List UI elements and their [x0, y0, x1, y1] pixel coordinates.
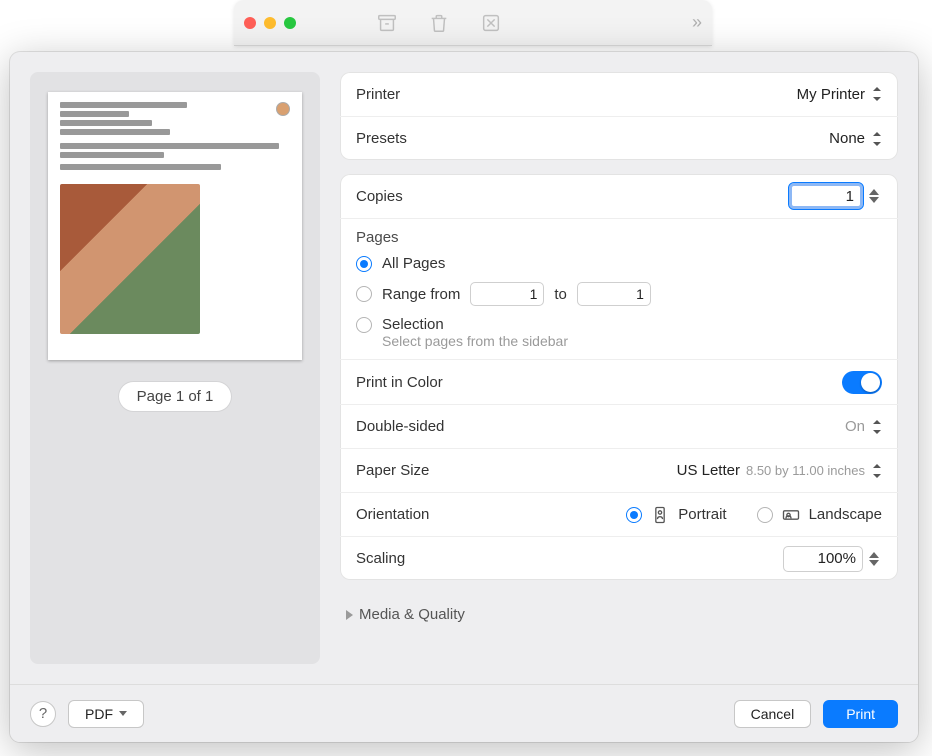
pages-range-label: Range from	[382, 286, 460, 303]
close-window-dot[interactable]	[244, 17, 256, 29]
print-settings: Printer My Printer Presets None	[340, 72, 898, 664]
double-sided-label: Double-sided	[356, 418, 444, 435]
toolbar-overflow-icon: »	[692, 12, 702, 33]
pages-selection-option[interactable]: Selection	[340, 311, 898, 333]
media-quality-disclosure[interactable]: Media & Quality	[340, 594, 898, 623]
presets-label: Presets	[356, 130, 407, 147]
cancel-button[interactable]: Cancel	[734, 700, 812, 728]
radio-icon	[356, 317, 372, 333]
scaling-input[interactable]	[783, 546, 863, 572]
junk-icon	[480, 12, 502, 34]
copies-input[interactable]	[789, 183, 863, 209]
pages-all-option[interactable]: All Pages	[340, 250, 898, 277]
presets-value: None	[829, 130, 865, 147]
double-sided-value: On	[845, 418, 865, 435]
disclosure-triangle-icon	[346, 610, 353, 620]
paper-size-label: Paper Size	[356, 462, 429, 479]
zoom-window-dot[interactable]	[284, 17, 296, 29]
print-color-toggle[interactable]	[842, 371, 882, 394]
media-quality-label: Media & Quality	[359, 606, 465, 623]
orientation-portrait-label: Portrait	[678, 506, 726, 523]
copies-label: Copies	[356, 188, 403, 205]
orientation-landscape-option[interactable]: Landscape	[757, 505, 882, 525]
dialog-footer: ? PDF Cancel Print	[10, 684, 918, 742]
scaling-label: Scaling	[356, 550, 405, 567]
paper-size-value: US Letter	[677, 462, 740, 479]
portrait-icon	[650, 505, 670, 525]
page-thumbnail[interactable]	[48, 92, 302, 360]
scaling-stepper[interactable]	[866, 547, 882, 571]
paper-size-dimensions: 8.50 by 11.00 inches	[746, 463, 865, 478]
range-to-label: to	[554, 286, 567, 303]
dropdown-caret-icon	[119, 711, 127, 716]
print-color-label: Print in Color	[356, 374, 443, 391]
radio-icon	[356, 286, 372, 302]
archive-icon	[376, 12, 398, 34]
avatar-icon	[276, 102, 290, 116]
page-indicator: Page 1 of 1	[119, 382, 232, 411]
landscape-icon	[781, 505, 801, 525]
range-to-input[interactable]	[577, 282, 651, 306]
paper-size-popup[interactable]: US Letter 8.50 by 11.00 inches	[677, 462, 882, 479]
orientation-label: Orientation	[356, 506, 429, 523]
pages-all-label: All Pages	[382, 255, 445, 272]
pages-range-option[interactable]: Range from to	[340, 277, 898, 311]
radio-icon	[626, 507, 642, 523]
minimize-window-dot[interactable]	[264, 17, 276, 29]
printer-value: My Printer	[797, 86, 865, 103]
orientation-portrait-option[interactable]: Portrait	[626, 505, 726, 525]
presets-popup[interactable]: None	[829, 130, 882, 147]
updown-caret-icon	[871, 87, 882, 101]
printer-label: Printer	[356, 86, 400, 103]
pages-selection-label: Selection	[382, 316, 444, 333]
print-preview-pane: Page 1 of 1	[30, 72, 320, 664]
print-dialog: Page 1 of 1 Printer My Printer Presets	[10, 52, 918, 742]
pages-selection-hint: Select pages from the sidebar	[382, 333, 568, 349]
pdf-menu-button[interactable]: PDF	[68, 700, 144, 728]
cancel-button-label: Cancel	[751, 706, 795, 722]
updown-caret-icon	[871, 464, 882, 478]
radio-icon	[757, 507, 773, 523]
print-options-card: Copies Pages All Pages Range from	[340, 174, 898, 580]
pages-label: Pages	[340, 219, 898, 250]
print-button[interactable]: Print	[823, 700, 898, 728]
printer-popup[interactable]: My Printer	[797, 86, 882, 103]
double-sided-popup[interactable]: On	[845, 418, 882, 435]
orientation-landscape-label: Landscape	[809, 506, 882, 523]
toolbar-disabled-icons	[376, 12, 502, 34]
range-from-input[interactable]	[470, 282, 544, 306]
window-traffic-lights	[244, 17, 296, 29]
copies-stepper[interactable]	[866, 184, 882, 208]
help-button[interactable]: ?	[30, 701, 56, 727]
trash-icon	[428, 12, 450, 34]
updown-caret-icon	[871, 132, 882, 146]
updown-caret-icon	[871, 420, 882, 434]
printer-presets-card: Printer My Printer Presets None	[340, 72, 898, 160]
radio-icon	[356, 256, 372, 272]
pdf-button-label: PDF	[85, 706, 113, 722]
print-button-label: Print	[846, 706, 875, 722]
email-photo-placeholder	[60, 184, 200, 334]
background-window-toolbar: »	[234, 0, 712, 46]
